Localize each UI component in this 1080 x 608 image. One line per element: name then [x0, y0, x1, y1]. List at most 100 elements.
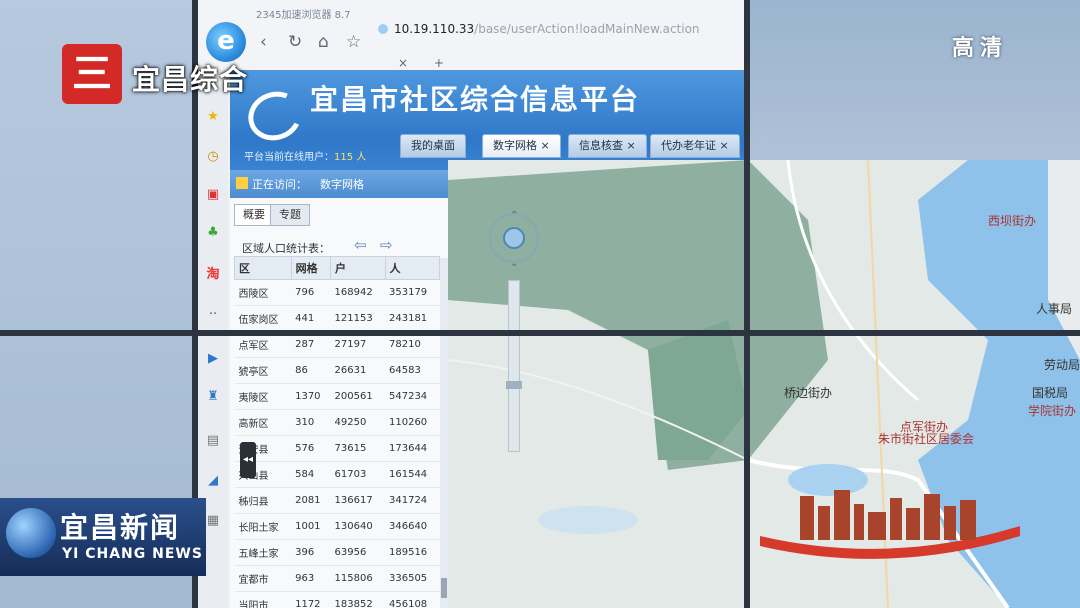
- collapse-panel-button[interactable]: ◂◂: [240, 442, 256, 478]
- cell-people: 456108: [385, 591, 440, 608]
- table-header-row: 区 网格 户 人: [234, 256, 440, 280]
- bezel: [744, 0, 750, 608]
- favorite-star-icon[interactable]: ☆: [346, 32, 361, 52]
- table-row[interactable]: 五峰土家 396 63956 189516: [234, 539, 440, 566]
- video-icon[interactable]: ▶: [204, 350, 222, 368]
- map-label[interactable]: 国税局: [1032, 384, 1068, 401]
- cell-district: 当阳市: [234, 591, 292, 608]
- online-count: 115 人: [334, 152, 367, 163]
- tab-topic[interactable]: 专题: [270, 204, 310, 226]
- more-icon[interactable]: ··: [204, 306, 222, 324]
- table-row[interactable]: 当阳市 1172 183852 456108: [234, 591, 440, 608]
- table-row[interactable]: 宜都市 963 115806 336505: [234, 565, 440, 592]
- col-district[interactable]: 区: [234, 256, 292, 280]
- tab-my-desktop[interactable]: 我的桌面: [400, 134, 466, 158]
- address-bar[interactable]: 10.19.110.33/base/userAction!loadMainNew…: [378, 22, 738, 42]
- table-row[interactable]: 西陵区 796 168942 353179: [234, 279, 440, 306]
- svg-text:⌄: ⌄: [510, 258, 518, 268]
- video-wall: e 2345加速浏览器 8.7 ‹ ↻ ⌂ ☆ 10.19.110.33/bas…: [0, 0, 1080, 608]
- cell-households: 26631: [330, 357, 385, 384]
- leaf-icon[interactable]: ♣: [204, 224, 222, 242]
- next-arrow-icon[interactable]: ⇨: [380, 236, 393, 254]
- star-icon[interactable]: ★: [204, 108, 222, 126]
- cell-people: 346640: [385, 513, 440, 540]
- table-row[interactable]: 夷陵区 1370 200561 547234: [234, 383, 440, 410]
- map-label[interactable]: 劳动局: [1044, 356, 1080, 373]
- map-label[interactable]: 人事局: [1036, 300, 1072, 317]
- weibo-icon[interactable]: ▣: [204, 186, 222, 204]
- tab-close-icon[interactable]: ×: [398, 56, 408, 70]
- cell-grid: 86: [291, 357, 331, 384]
- cell-people: 161544: [385, 461, 440, 488]
- cell-grid: 310: [291, 409, 331, 436]
- tab-overview[interactable]: 概要: [234, 204, 274, 226]
- scroll-thumb[interactable]: [441, 578, 447, 598]
- col-people[interactable]: 人: [384, 256, 440, 280]
- new-tab-button[interactable]: +: [434, 56, 444, 70]
- cell-households: 61703: [330, 461, 385, 488]
- col-grid[interactable]: 网格: [290, 256, 332, 280]
- box-icon[interactable]: ▦: [204, 512, 222, 530]
- pond-2: [538, 506, 638, 534]
- tab-digital-grid[interactable]: 数字网格 ×: [482, 134, 561, 158]
- cell-households: 136617: [330, 487, 385, 514]
- taobao-icon[interactable]: 淘: [204, 266, 222, 284]
- cell-people: 189516: [385, 539, 440, 566]
- cell-grid: 576: [291, 435, 331, 462]
- prev-arrow-icon[interactable]: ⇦: [354, 236, 367, 254]
- arrow-icon[interactable]: ◢: [204, 472, 222, 490]
- cell-households: 115806: [330, 565, 385, 592]
- cell-households: 49250: [330, 409, 385, 436]
- pan-compass-icon[interactable]: ⌃ ⌄: [484, 208, 544, 269]
- tab-elderly-card[interactable]: 代办老年证 ×: [650, 134, 740, 158]
- cell-grid: 396: [291, 539, 331, 566]
- game-icon[interactable]: ♜: [204, 388, 222, 406]
- page-title: 宜昌市社区综合信息平台: [310, 83, 641, 116]
- breadcrumb-value[interactable]: 数字网格: [320, 176, 364, 192]
- map-label[interactable]: 学院街办: [1028, 402, 1076, 419]
- cell-grid: 1001: [291, 513, 331, 540]
- clock-icon[interactable]: ◷: [204, 148, 222, 166]
- cell-grid: 1370: [291, 383, 331, 410]
- table-row[interactable]: 兴山县58461703161544: [234, 461, 440, 488]
- map-label[interactable]: 桥边街办: [784, 384, 832, 401]
- map-label[interactable]: 西坝街办: [988, 212, 1036, 229]
- zoom-slider[interactable]: [506, 280, 522, 452]
- map-pan-control[interactable]: ⌃ ⌄: [484, 208, 544, 269]
- cell-people: 243181: [385, 305, 440, 332]
- doc-icon[interactable]: ▤: [204, 432, 222, 450]
- breadcrumb-label: 正在访问：: [252, 178, 307, 191]
- table-row[interactable]: 伍家岗区 441 121153 243181: [234, 305, 440, 332]
- back-icon[interactable]: ‹: [260, 32, 267, 52]
- map-label[interactable]: 朱市街社区居委会: [878, 430, 974, 447]
- svg-text:⌃: ⌃: [510, 210, 518, 221]
- cell-district: 秭归县: [234, 487, 292, 514]
- cell-district: 宜都市: [234, 565, 292, 592]
- home-icon[interactable]: ⌂: [318, 32, 329, 52]
- cell-district: 猇亭区: [234, 357, 292, 384]
- tab-info-check[interactable]: 信息核查 ×: [568, 134, 647, 158]
- globe-icon: [6, 508, 56, 558]
- window-title: 2345加速浏览器 8.7: [256, 10, 351, 21]
- table-row[interactable]: 猇亭区 86 26631 64583: [234, 357, 440, 384]
- app-logo-icon: [241, 84, 309, 148]
- cell-households: 73615: [330, 435, 385, 462]
- cell-district: 西陵区: [234, 279, 292, 306]
- zoom-thumb[interactable]: [506, 381, 522, 389]
- cell-grid: 963: [291, 565, 331, 592]
- table-row[interactable]: 高新区 310 49250 110260: [234, 409, 440, 436]
- cell-households: 168942: [330, 279, 385, 306]
- refresh-icon[interactable]: ↻: [288, 32, 302, 52]
- table-row[interactable]: 远安县57673615173644: [234, 435, 440, 462]
- app-header: 宜昌市社区综合信息平台 平台当前在线用户：115 人 我的桌面 数字网格 × 信…: [230, 70, 746, 170]
- browser-logo-icon: e: [206, 22, 246, 62]
- news-banner: 宜昌新闻 YI CHANG NEWS: [0, 498, 206, 576]
- bezel: [0, 330, 1080, 336]
- table-row[interactable]: 秭归县 2081 136617 341724: [234, 487, 440, 514]
- cell-households: 130640: [330, 513, 385, 540]
- stat-title: 区域人口统计表：: [242, 242, 330, 255]
- col-households[interactable]: 户: [330, 256, 386, 280]
- table-scrollbar[interactable]: [440, 258, 448, 608]
- table-row[interactable]: 长阳土家 1001 130640 346640: [234, 513, 440, 540]
- population-table: 区 网格 户 人 西陵区 796 168942 353179 伍家岗区 441 121153…: [234, 256, 440, 608]
